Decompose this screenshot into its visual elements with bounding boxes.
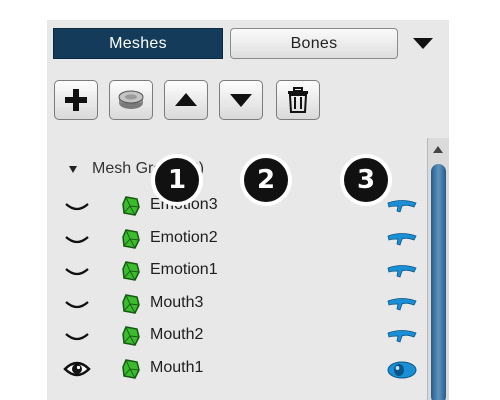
tab-bones[interactable]: Bones (230, 28, 398, 59)
mesh-icon (121, 228, 141, 255)
panel-menu-dropdown-icon[interactable] (413, 38, 433, 49)
plus-icon (65, 89, 87, 111)
triangle-down-icon (230, 94, 252, 107)
mesh-icon (121, 293, 141, 320)
mesh-name: Mouth3 (150, 293, 204, 311)
lens-closed-icon[interactable] (386, 328, 418, 349)
mesh-icon (121, 260, 141, 287)
eye-closed-icon[interactable] (63, 326, 91, 351)
eye-closed-icon[interactable] (63, 261, 91, 286)
trash-icon (288, 87, 308, 113)
lens-closed-icon[interactable] (386, 198, 418, 219)
eye-closed-icon[interactable] (63, 196, 91, 221)
add-mesh-button[interactable] (54, 80, 98, 120)
move-up-button[interactable] (164, 80, 208, 120)
mesh-name: Emotion2 (150, 228, 218, 246)
expand-arrow-icon[interactable] (69, 166, 77, 173)
mesh-row[interactable]: Emotion1 (47, 257, 427, 287)
mesh-name: Mouth2 (150, 326, 204, 343)
delete-button[interactable] (276, 80, 320, 120)
mesh-icon (121, 325, 141, 352)
mesh-row[interactable]: Mouth1 (47, 355, 427, 385)
mesh-button[interactable] (109, 80, 153, 120)
mesh-name: Emotion1 (150, 261, 218, 278)
eye-open-icon[interactable] (63, 359, 91, 384)
scrollbar-thumb[interactable] (431, 164, 446, 400)
tab-meshes[interactable]: Meshes (53, 28, 223, 59)
callout-3: 3 (344, 158, 388, 202)
eye-closed-icon[interactable] (63, 294, 91, 319)
lens-closed-icon[interactable] (386, 231, 418, 252)
mesh-icon (121, 358, 141, 385)
mesh-disc-icon (118, 90, 144, 109)
callout-2: 2 (244, 158, 288, 202)
move-down-button[interactable] (219, 80, 263, 120)
lens-closed-icon[interactable] (386, 263, 418, 284)
mesh-icon (121, 195, 141, 222)
mesh-row[interactable]: Mouth3 (47, 290, 427, 320)
mesh-row[interactable]: Emotion2 (47, 225, 427, 255)
scroll-up-arrow-icon[interactable] (433, 146, 443, 153)
mesh-name: Mouth1 (150, 358, 204, 376)
lens-open-icon[interactable] (386, 361, 418, 384)
mesh-row[interactable]: Mouth2 (47, 322, 427, 352)
lens-closed-icon[interactable] (386, 296, 418, 317)
vertical-scrollbar[interactable] (427, 138, 449, 400)
triangle-up-icon (175, 93, 197, 106)
mesh-panel: Meshes Bones Mesh Group (0) Emotion3 Emo… (47, 20, 449, 400)
eye-closed-icon[interactable] (63, 229, 91, 254)
callout-1: 1 (155, 158, 199, 202)
